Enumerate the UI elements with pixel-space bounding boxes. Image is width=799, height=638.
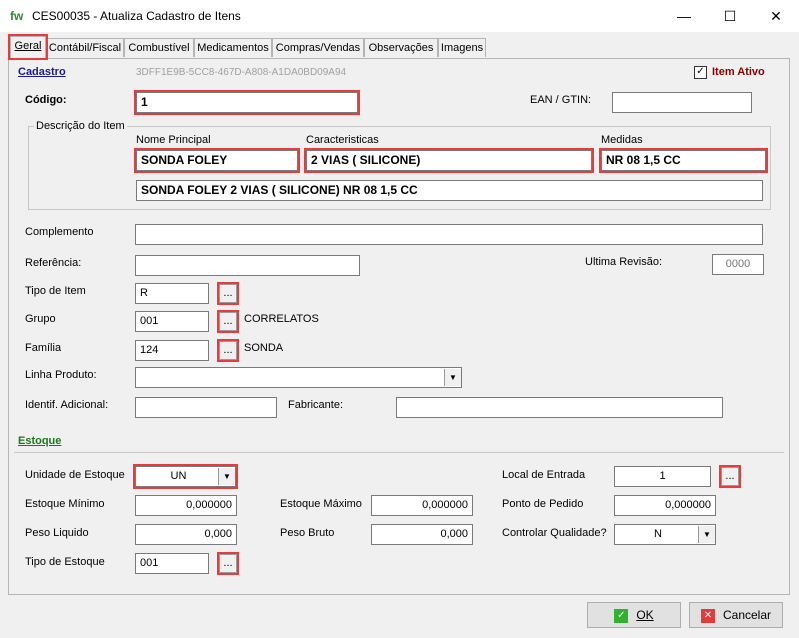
- ultima-revisao-field: 0000: [712, 254, 764, 275]
- tipo-item-label: Tipo de Item: [25, 285, 86, 297]
- local-entrada-lookup-button[interactable]: ...: [719, 465, 741, 488]
- item-ativo-checkbox[interactable]: ✓: [694, 66, 707, 79]
- tab-geral[interactable]: Geral: [8, 34, 48, 60]
- minimize-button[interactable]: —: [661, 0, 707, 32]
- referencia-label: Referência:: [25, 257, 82, 269]
- estoque-minimo-input[interactable]: 0,000000: [135, 495, 237, 516]
- tab-medicamentos[interactable]: Medicamentos: [194, 38, 272, 57]
- tab-combustivel[interactable]: Combustível: [124, 38, 194, 57]
- descricao-group-label: Descrição do Item: [34, 120, 127, 132]
- familia-description: SONDA: [244, 342, 284, 354]
- cadastro-section-title: Cadastro: [18, 66, 66, 78]
- ponto-pedido-label: Ponto de Pedido: [502, 498, 584, 510]
- tipo-estoque-input[interactable]: 001: [135, 553, 209, 574]
- peso-bruto-input[interactable]: 0,000: [371, 524, 473, 545]
- close-button[interactable]: ✕: [753, 0, 799, 32]
- tab-compras-vendas[interactable]: Compras/Vendas: [272, 38, 364, 57]
- estoque-section-title: Estoque: [18, 435, 62, 447]
- nome-principal-label: Nome Principal: [136, 134, 211, 146]
- item-ativo-label: Item Ativo: [712, 66, 765, 78]
- tab-contabil-fiscal[interactable]: Contábil/Fiscal: [46, 38, 124, 57]
- cancel-icon: ✕: [700, 608, 715, 623]
- title-bar: fw CES00035 - Atualiza Cadastro de Itens…: [0, 0, 799, 32]
- peso-liquido-label: Peso Liquido: [25, 527, 89, 539]
- peso-liquido-input[interactable]: 0,000: [135, 524, 237, 545]
- chevron-down-icon[interactable]: ▼: [698, 526, 715, 543]
- linha-produto-label: Linha Produto:: [25, 369, 97, 381]
- familia-lookup-button[interactable]: ...: [217, 339, 239, 362]
- descricao-completa-field: SONDA FOLEY 2 VIAS ( SILICONE) NR 08 1,5…: [136, 180, 763, 201]
- local-entrada-label: Local de Entrada: [502, 469, 586, 481]
- maximize-button[interactable]: ☐: [707, 0, 753, 32]
- chevron-down-icon[interactable]: ▼: [444, 369, 461, 386]
- ok-button[interactable]: ✓ OK: [587, 602, 681, 628]
- nome-principal-input[interactable]: SONDA FOLEY: [134, 148, 300, 173]
- referencia-input[interactable]: [135, 255, 360, 276]
- unidade-estoque-label: Unidade de Estoque: [25, 469, 125, 481]
- linha-produto-select[interactable]: [135, 367, 462, 388]
- tipo-item-lookup-button[interactable]: ...: [217, 282, 239, 305]
- grupo-lookup-button[interactable]: ...: [217, 310, 239, 333]
- grupo-input[interactable]: 001: [135, 311, 209, 332]
- controlar-qualidade-label: Controlar Qualidade?: [502, 527, 607, 539]
- codigo-input[interactable]: 1: [134, 90, 360, 115]
- ultima-revisao-label: Ultima Revisão:: [585, 256, 663, 268]
- estoque-maximo-input[interactable]: 0,000000: [371, 495, 473, 516]
- fabricante-label: Fabricante:: [288, 399, 344, 411]
- familia-input[interactable]: 124: [135, 340, 209, 361]
- grupo-description: CORRELATOS: [244, 313, 319, 325]
- tipo-item-input[interactable]: R: [135, 283, 209, 304]
- tab-imagens[interactable]: Imagens: [438, 38, 486, 57]
- caracteristicas-input[interactable]: 2 VIAS ( SILICONE): [304, 148, 594, 173]
- chevron-down-icon[interactable]: ▼: [218, 468, 235, 485]
- medidas-label: Medidas: [601, 134, 643, 146]
- local-entrada-input[interactable]: 1: [614, 466, 711, 487]
- ean-label: EAN / GTIN:: [530, 94, 592, 106]
- tipo-estoque-label: Tipo de Estoque: [25, 556, 105, 568]
- check-icon: ✓: [614, 608, 629, 623]
- item-guid: 3DFF1E9B-5CC8-467D-A808-A1DA0BD09A94: [136, 67, 347, 78]
- caracteristicas-label: Caracteristicas: [306, 134, 379, 146]
- tipo-estoque-lookup-button[interactable]: ...: [217, 552, 239, 575]
- estoque-maximo-label: Estoque Máximo: [280, 498, 362, 510]
- grupo-label: Grupo: [25, 313, 56, 325]
- tab-observacoes[interactable]: Observações: [364, 38, 438, 57]
- window-title: CES00035 - Atualiza Cadastro de Itens: [32, 9, 241, 23]
- cancel-button[interactable]: ✕ Cancelar: [689, 602, 783, 628]
- complemento-input[interactable]: [135, 224, 763, 245]
- identif-adicional-input[interactable]: [135, 397, 277, 418]
- identif-adicional-label: Identif. Adicional:: [25, 399, 109, 411]
- familia-label: Família: [25, 342, 62, 354]
- app-logo-icon: fw: [10, 9, 24, 23]
- estoque-divider: [14, 452, 784, 453]
- medidas-input[interactable]: NR 08 1,5 CC: [599, 148, 768, 173]
- complemento-label: Complemento: [25, 226, 94, 238]
- ponto-pedido-input[interactable]: 0,000000: [614, 495, 716, 516]
- peso-bruto-label: Peso Bruto: [280, 527, 335, 539]
- ean-input[interactable]: [612, 92, 752, 113]
- codigo-label: Código:: [25, 94, 67, 106]
- estoque-minimo-label: Estoque Mínimo: [25, 498, 105, 510]
- fabricante-input[interactable]: [396, 397, 723, 418]
